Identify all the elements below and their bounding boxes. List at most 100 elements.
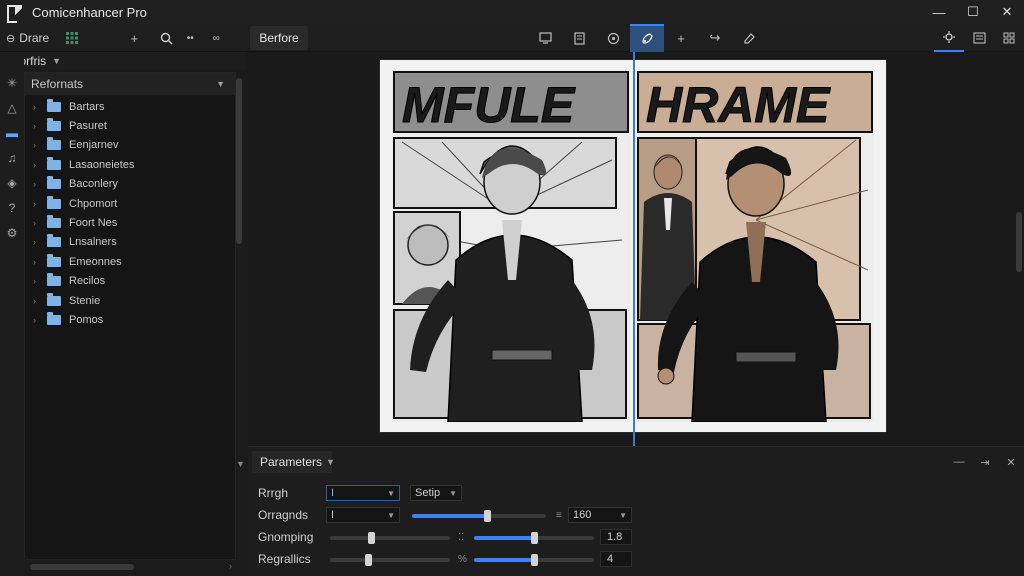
tree-item[interactable]: › Stenie <box>25 291 235 310</box>
slider-knob[interactable] <box>365 554 372 566</box>
parameters-tab[interactable]: Parameters ▼ <box>252 451 335 473</box>
equals-icon: ≡ <box>556 510 562 521</box>
close-panel-icon[interactable]: ✕ <box>998 451 1024 473</box>
effects-icon[interactable]: ✳ <box>0 70 24 95</box>
tree-item[interactable]: › Baconlery <box>25 175 235 194</box>
expand-arrow-icon[interactable]: › <box>33 140 45 150</box>
param-1-dropdown[interactable]: I ▼ <box>326 485 400 501</box>
audio-icon[interactable]: ♫ <box>0 145 24 170</box>
tree-item[interactable]: › Pomos <box>25 310 235 329</box>
close-button[interactable]: ✕ <box>990 0 1024 24</box>
maximize-button[interactable]: ☐ <box>956 0 990 24</box>
slider-knob[interactable] <box>531 532 538 544</box>
link-dots-icon: ⁚⁚ <box>458 532 465 543</box>
minimize-button[interactable]: — <box>922 0 956 24</box>
expand-arrow-icon[interactable]: › <box>33 179 45 189</box>
param-2-slider[interactable] <box>412 510 546 522</box>
collapse-icon[interactable]: ▼ <box>236 459 245 469</box>
eraser-icon[interactable] <box>732 24 766 52</box>
drive-button[interactable]: ⊖ Drare <box>0 27 55 49</box>
tree-scrollbar[interactable] <box>236 78 242 244</box>
tree-item[interactable]: › Chpomort <box>25 194 235 213</box>
after-image: HRAME <box>636 70 874 422</box>
tree-item-label: Emeonnes <box>69 255 122 268</box>
folder-icon <box>47 215 61 229</box>
expand-arrow-icon[interactable]: › <box>33 102 45 112</box>
tree-item[interactable]: › Foort Nes <box>25 213 235 232</box>
tree-item[interactable]: › Lnsalners <box>25 233 235 252</box>
undock-icon[interactable]: ⇥ <box>972 451 998 473</box>
param-3-slider-a[interactable] <box>330 532 450 544</box>
slider-knob[interactable] <box>531 554 538 566</box>
chevron-down-icon: ▼ <box>52 56 62 66</box>
expand-arrow-icon[interactable]: › <box>33 237 45 247</box>
tree-item[interactable]: › Eenjarnev <box>25 136 235 155</box>
layers-icon[interactable] <box>934 24 964 52</box>
param-4-value[interactable]: 4 <box>600 551 632 567</box>
parameters-panel: Parameters ▼ — ⇥ ✕ Rrrgh I ▼ Setip ▼ Orr… <box>248 446 1024 576</box>
param-3-slider-b[interactable] <box>474 532 594 544</box>
document-icon[interactable] <box>562 24 596 52</box>
tag-icon[interactable]: ◈ <box>0 170 24 195</box>
param-4-slider-b[interactable] <box>474 554 594 566</box>
expand-arrow-icon[interactable]: › <box>33 218 45 228</box>
expand-arrow-icon[interactable]: › <box>33 296 45 306</box>
tree-item[interactable]: › Lasaoneietes <box>25 155 235 174</box>
tree-item[interactable]: › Emeonnes <box>25 252 235 271</box>
param-2-value-dropdown[interactable]: 160 ▼ <box>568 507 632 523</box>
tree-header-label: Refornats <box>31 77 84 91</box>
expand-arrow-icon[interactable]: › <box>33 199 45 209</box>
add-icon[interactable]: + <box>123 27 145 49</box>
tree-item[interactable]: › Bartars <box>25 97 235 116</box>
tree-item-label: Lnsalners <box>69 236 117 249</box>
document-icon-svg <box>573 31 585 45</box>
expand-arrow-icon[interactable]: › <box>33 315 45 325</box>
folder-icon <box>47 253 61 267</box>
tree-item[interactable]: › Pasuret <box>25 116 235 135</box>
param-label: Orragnds <box>258 508 309 522</box>
search-icon[interactable] <box>155 27 177 49</box>
folders-icon[interactable]: ▬ <box>0 120 24 145</box>
expand-arrow-icon[interactable]: › <box>33 160 45 170</box>
param-label: Rrrgh <box>258 486 289 500</box>
plus-tool-icon[interactable]: + <box>664 24 698 52</box>
scroll-right-icon[interactable]: › <box>229 561 232 571</box>
list-view-icon[interactable] <box>964 24 994 52</box>
expand-arrow-icon[interactable]: › <box>33 121 45 131</box>
compare-split-handle[interactable] <box>633 52 635 446</box>
help-icon[interactable]: ? <box>0 195 24 220</box>
slider-knob[interactable] <box>484 510 491 522</box>
minimize-panel-icon[interactable]: — <box>946 451 972 473</box>
more-icon[interactable]: •• <box>179 27 201 49</box>
param-2-dropdown[interactable]: I ▼ <box>326 507 400 523</box>
target-icon[interactable] <box>596 24 630 52</box>
transform-icon[interactable]: ↪ <box>698 24 732 52</box>
canvas-scrollbar[interactable] <box>1016 212 1022 272</box>
param-4-slider-a[interactable] <box>330 554 450 566</box>
tree-item[interactable]: › Recilos <box>25 272 235 291</box>
grid-icon[interactable] <box>61 27 83 49</box>
link-icon[interactable]: ∞ <box>205 27 227 49</box>
param-3-value[interactable]: 1.8 <box>600 529 632 545</box>
tree-item-label: Lasaoneietes <box>69 158 135 171</box>
before-label[interactable]: Berfore <box>250 26 308 50</box>
expand-arrow-icon[interactable]: › <box>33 257 45 267</box>
plugin-icon[interactable]: ⚙ <box>0 220 24 245</box>
percent-icon: % <box>458 554 467 565</box>
panel-header[interactable]: | Forfris ▼ <box>0 52 246 70</box>
param-1-preset-dropdown[interactable]: Setip ▼ <box>410 485 462 501</box>
main-toolbar: ⊖ Drare + •• ∞ Berfore + ↪ <box>0 24 1024 52</box>
warning-icon[interactable]: △ <box>0 95 24 120</box>
screen-icon[interactable] <box>528 24 562 52</box>
expand-arrow-icon[interactable]: › <box>33 276 45 286</box>
param-row-2: Orragnds <box>258 506 326 524</box>
tree-header[interactable]: Refornats ▼ <box>25 73 235 95</box>
canvas-area[interactable]: MFULE HRAME <box>248 52 1024 446</box>
hscroll-thumb[interactable] <box>30 564 134 570</box>
slider-knob[interactable] <box>368 532 375 544</box>
tree-item-label: Eenjarnev <box>69 139 119 152</box>
grid-view-icon[interactable] <box>994 24 1024 52</box>
tree-hscrollbar[interactable]: › <box>24 561 236 573</box>
param-1-dropdown-value: I <box>331 487 335 499</box>
brush-icon[interactable] <box>630 24 664 52</box>
